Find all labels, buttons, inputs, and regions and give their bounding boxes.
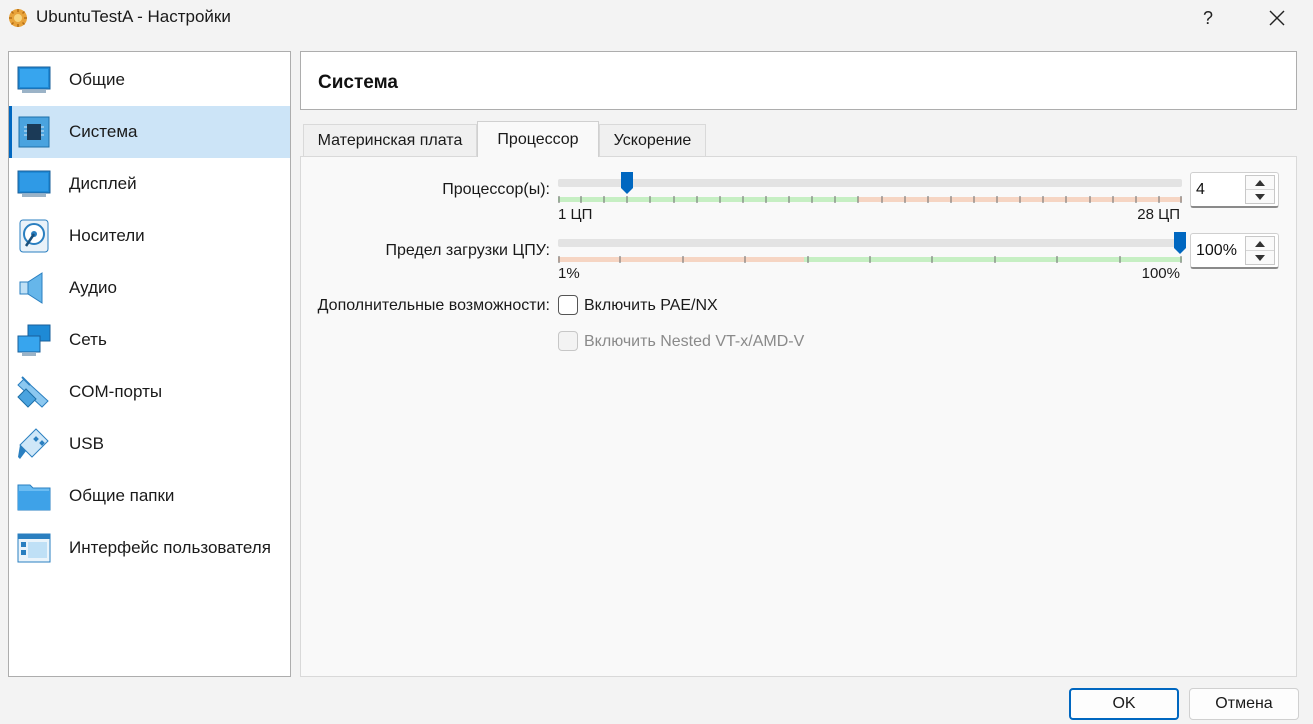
system-chip-icon — [18, 116, 50, 148]
cpu-count-slider-handle[interactable] — [620, 171, 634, 195]
cpu-count-increment[interactable] — [1246, 176, 1274, 190]
sidebar-item-network[interactable]: Сеть — [9, 314, 290, 366]
execution-cap-spinbox[interactable]: 100% — [1190, 233, 1279, 269]
sidebar-item-label: Общие папки — [69, 486, 175, 505]
ok-button[interactable]: OK — [1069, 688, 1179, 720]
cpu-count-label: Процессор(ы): — [442, 181, 550, 198]
sidebar-item-audio[interactable]: Аудио — [9, 262, 290, 314]
execution-cap-value[interactable]: 100% — [1196, 242, 1237, 260]
sidebar-item-shared-folders[interactable]: Общие папки — [9, 470, 290, 522]
execution-cap-slider-handle[interactable] — [1173, 231, 1187, 255]
nested-vtx-checkbox — [558, 331, 578, 351]
close-window-button[interactable] — [1252, 0, 1302, 36]
sidebar-item-label: Интерфейс пользователя — [69, 538, 271, 557]
cap-max-label: 100% — [1141, 265, 1180, 282]
window-title: UbuntuTestA - Настройки — [36, 7, 231, 26]
page-title: Система — [318, 72, 398, 93]
cpu-count-spin-buttons — [1245, 175, 1275, 204]
cpu-scale-zone-start — [558, 197, 858, 202]
user-interface-icon — [17, 533, 51, 563]
display-icon — [17, 170, 51, 197]
sidebar-item-label: COM-порты — [69, 382, 163, 401]
cpu-count-scale — [558, 196, 1182, 203]
execution-cap-spin-buttons — [1245, 236, 1275, 265]
cap-scale-zone-start — [558, 257, 804, 262]
network-icon — [17, 324, 51, 356]
close-icon — [1269, 10, 1285, 26]
arrow-up-icon — [1255, 240, 1265, 247]
cpu-count-spinbox[interactable]: 4 — [1190, 172, 1279, 208]
cancel-button[interactable]: Отмена — [1189, 688, 1299, 720]
sidebar-item-label: USB — [69, 434, 104, 453]
sidebar-item-label: Система — [69, 122, 138, 141]
sidebar-item-user-interface[interactable]: Интерфейс пользователя — [9, 522, 290, 574]
extended-features-label: Дополнительные возможности: — [317, 297, 550, 314]
settings-category-list: Общие Система Дисплей Носители Аудио Сет… — [8, 51, 291, 677]
sidebar-item-label: Носители — [69, 226, 145, 245]
execution-cap-increment[interactable] — [1246, 237, 1274, 251]
page-header: Система — [300, 51, 1297, 110]
arrow-down-icon — [1255, 194, 1265, 200]
sidebar-item-usb[interactable]: USB — [9, 418, 290, 470]
sidebar-item-display[interactable]: Дисплей — [9, 158, 290, 210]
sidebar-item-label: Общие — [69, 70, 125, 89]
pae-nx-checkbox[interactable] — [558, 295, 578, 315]
sidebar-item-label: Дисплей — [69, 174, 137, 193]
cpu-max-label: 28 ЦП — [1137, 206, 1180, 223]
execution-cap-decrement[interactable] — [1246, 251, 1274, 265]
pae-nx-label[interactable]: Включить PAE/NX — [584, 297, 718, 315]
help-button[interactable]: ? — [1183, 0, 1233, 36]
tab-processor[interactable]: Процессор — [477, 121, 599, 157]
processor-tab-panel — [300, 156, 1297, 677]
sidebar-item-label: Сеть — [69, 330, 107, 349]
storage-icon — [19, 219, 49, 253]
sidebar-item-storage[interactable]: Носители — [9, 210, 290, 262]
sidebar-item-system[interactable]: Система — [9, 106, 290, 158]
cpu-count-decrement[interactable] — [1246, 190, 1274, 204]
tab-acceleration[interactable]: Ускорение — [599, 124, 706, 156]
cpu-count-slider-track[interactable] — [558, 179, 1182, 187]
virtualbox-app-icon — [9, 9, 27, 27]
serial-port-icon — [17, 376, 49, 408]
general-icon — [17, 66, 51, 93]
cap-min-label: 1% — [558, 265, 580, 282]
cpu-count-value[interactable]: 4 — [1196, 181, 1205, 199]
cpu-min-label: 1 ЦП — [558, 206, 593, 223]
arrow-down-icon — [1255, 255, 1265, 261]
title-bar: UbuntuTestA - Настройки ? — [0, 0, 1313, 36]
usb-icon — [18, 428, 49, 459]
sidebar-item-general[interactable]: Общие — [9, 54, 290, 106]
arrow-up-icon — [1255, 179, 1265, 186]
execution-cap-slider-track[interactable] — [558, 239, 1182, 247]
tab-motherboard[interactable]: Материнская плата — [303, 124, 477, 156]
shared-folder-icon — [17, 484, 51, 511]
nested-vtx-label: Включить Nested VT-x/AMD-V — [584, 333, 805, 350]
cap-scale-zone-end — [804, 257, 1182, 262]
sidebar-item-label: Аудио — [69, 278, 117, 297]
audio-speaker-icon — [19, 272, 43, 304]
execution-cap-label: Предел загрузки ЦПУ: — [385, 242, 550, 259]
execution-cap-scale — [558, 256, 1182, 263]
sidebar-item-com-ports[interactable]: COM-порты — [9, 366, 290, 418]
